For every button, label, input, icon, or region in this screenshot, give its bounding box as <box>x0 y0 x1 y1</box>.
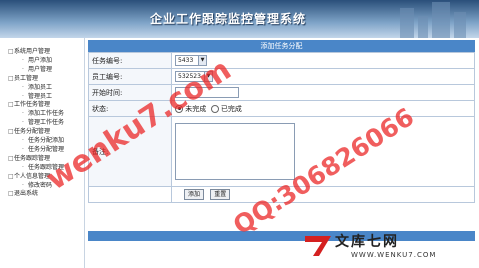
sidebar-item[interactable]: · 任务分配添加 <box>22 135 64 144</box>
sidebar-item[interactable]: · 管理员工 <box>22 91 52 100</box>
header-banner: 企业工作跟踪监控管理系统 <box>0 0 479 38</box>
form-row-task-no: 任务编号: 5433 ▼ <box>88 52 475 69</box>
sidebar-item[interactable]: □工作任务管理 <box>8 99 50 108</box>
status-radio-complete[interactable] <box>210 104 219 113</box>
add-button[interactable]: 添加 <box>184 189 205 200</box>
sidebar-item[interactable]: · 添加员工 <box>22 82 52 91</box>
logo-text-cn: 文库七网 <box>335 234 399 250</box>
sidebar-item[interactable]: □退出系统 <box>8 188 38 197</box>
remark-textarea[interactable] <box>175 123 295 180</box>
sidebar-item[interactable]: □任务跟踪管理 <box>8 153 50 162</box>
logo-seven-icon <box>305 236 331 256</box>
form-row-emp-no: 员工编号: 532523 ▼ <box>88 68 475 85</box>
task-no-label: 任务编号: <box>88 52 172 69</box>
logo-seven-shape <box>305 236 331 256</box>
sidebar-item[interactable]: □系统用户管理 <box>8 46 50 55</box>
sidebar-item[interactable]: □员工管理 <box>8 73 38 82</box>
sidebar-item[interactable]: · 添加工作任务 <box>22 108 64 117</box>
sidebar-item[interactable]: · 任务分配管理 <box>22 144 64 153</box>
task-no-value: 5433 <box>178 57 194 64</box>
app-title: 企业工作跟踪监控管理系统 <box>150 12 307 26</box>
site-logo: 文库七网 WWW.WENKU7.COM <box>303 231 475 265</box>
sidebar-item-label: 退出系统 <box>14 190 39 198</box>
status-option-complete: 已完成 <box>220 104 242 113</box>
logo-text-en: WWW.WENKU7.COM <box>351 251 437 259</box>
sidebar-item[interactable]: □任务分配管理 <box>8 126 50 135</box>
form-title: 添加任务分配 <box>88 40 475 52</box>
reset-button[interactable]: 重置 <box>210 189 231 200</box>
emp-no-label: 员工编号: <box>88 68 172 85</box>
sidebar-item[interactable]: · 用户添加 <box>22 55 52 64</box>
sidebar-item[interactable]: · 用户管理 <box>22 64 52 73</box>
sidebar-item[interactable]: · 管理工作任务 <box>22 117 64 126</box>
